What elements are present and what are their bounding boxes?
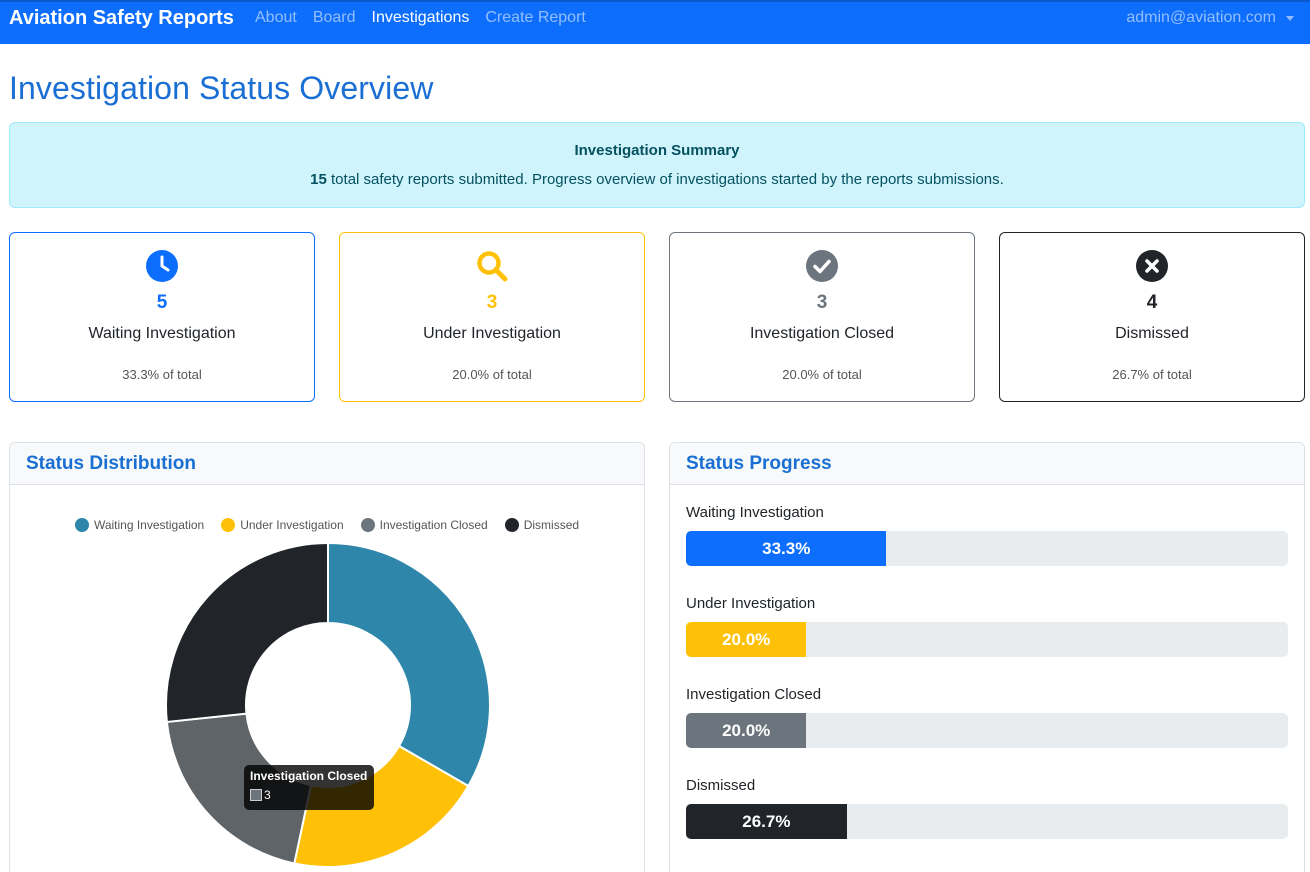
progress-fill: 20.0% — [686, 622, 807, 657]
stat-label: Dismissed — [1115, 325, 1189, 342]
stat-percent: 20.0% of total — [452, 367, 532, 382]
progress-track: 20.0% — [686, 622, 1288, 657]
summary-description: total safety reports submitted. Progress… — [331, 171, 1004, 188]
summary-total: 15 — [310, 171, 327, 188]
nav-link-about[interactable]: About — [255, 9, 297, 27]
chart-tooltip: Investigation Closed 3 — [244, 765, 374, 810]
progress-label: Dismissed — [686, 777, 756, 794]
stat-count: 4 — [1146, 292, 1158, 313]
progress-track: 20.0% — [686, 713, 1288, 748]
progress-item: Under Investigation 20.0% — [686, 595, 1288, 657]
progress-item: Dismissed 26.7% — [686, 777, 1288, 839]
clock-icon — [146, 250, 178, 282]
stat-percent: 33.3% of total — [122, 367, 202, 382]
summary-alert: Investigation Summary 15 total safety re… — [9, 122, 1305, 208]
progress-label: Under Investigation — [686, 595, 816, 612]
check-circle-icon — [806, 250, 838, 282]
progress-label: Waiting Investigation — [686, 504, 824, 521]
stat-card-under: 3 Under Investigation 20.0% of total — [339, 232, 645, 402]
status-distribution-panel: Status Distribution Waiting Investigatio… — [9, 442, 645, 872]
nav-link-board[interactable]: Board — [313, 9, 356, 27]
status-progress-panel: Status Progress Waiting Investigation 33… — [669, 442, 1305, 872]
stat-percent: 20.0% of total — [782, 367, 862, 382]
progress-fill: 20.0% — [686, 713, 807, 748]
x-circle-icon — [1136, 250, 1168, 282]
stat-label: Under Investigation — [423, 325, 561, 342]
stat-card-waiting: 5 Waiting Investigation 33.3% of total — [9, 232, 315, 402]
user-email: admin@aviation.com — [1126, 9, 1276, 26]
stat-label: Investigation Closed — [749, 325, 895, 342]
summary-title: Investigation Summary — [574, 142, 740, 159]
nav-link-create-report[interactable]: Create Report — [485, 9, 586, 27]
donut-slice-dismissed[interactable] — [165, 541, 329, 724]
progress-item: Investigation Closed 20.0% — [686, 686, 1288, 748]
search-icon — [477, 251, 508, 282]
donut-slice-waiting-investigation[interactable] — [327, 541, 491, 788]
user-menu[interactable]: admin@aviation.com — [1126, 9, 1294, 27]
summary-text: 15 total safety reports submitted. Progr… — [10, 171, 1304, 188]
stat-card-closed: 3 Investigation Closed 20.0% of total — [669, 232, 975, 402]
chevron-down-icon — [1286, 15, 1294, 21]
brand-link[interactable]: Aviation Safety Reports — [9, 7, 234, 30]
nav-links: About Board Investigations Create Report — [255, 9, 586, 27]
stat-card-dismissed: 4 Dismissed 26.7% of total — [999, 232, 1305, 402]
progress-item: Waiting Investigation 33.3% — [686, 504, 1288, 566]
stat-count: 3 — [816, 292, 828, 313]
tooltip-value: 3 — [264, 788, 271, 802]
progress-fill: 26.7% — [686, 804, 847, 839]
progress-label: Investigation Closed — [686, 686, 822, 703]
stat-label: Waiting Investigation — [88, 325, 236, 342]
panel-header: Status Progress — [670, 443, 1304, 485]
nav-link-investigations[interactable]: Investigations — [372, 9, 470, 27]
progress-track: 26.7% — [686, 804, 1288, 839]
tooltip-row: 3 — [250, 788, 368, 802]
tooltip-title: Investigation Closed — [250, 769, 368, 783]
stat-count: 3 — [486, 292, 498, 313]
progress-track: 33.3% — [686, 531, 1288, 566]
progress-fill: 33.3% — [686, 531, 887, 566]
stat-count: 5 — [156, 292, 168, 313]
page-title: Investigation Status Overview — [9, 70, 434, 106]
navbar: Aviation Safety Reports About Board Inve… — [0, 0, 1310, 44]
stat-percent: 26.7% of total — [1112, 367, 1192, 382]
tooltip-swatch — [250, 789, 262, 801]
